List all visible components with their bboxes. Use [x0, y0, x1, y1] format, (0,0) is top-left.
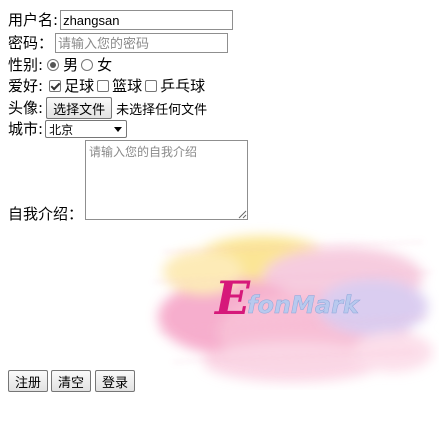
avatar-row: 头像: 选择文件 未选择任何文件	[8, 97, 207, 119]
avatar-label: 头像:	[8, 99, 44, 117]
football-checkbox[interactable]	[49, 80, 62, 92]
female-radio[interactable]	[81, 59, 94, 71]
efonmark-logo-image: E fonMark	[152, 236, 434, 382]
hobby-row: 爱好: 足球 篮球 乒乓球	[8, 77, 205, 95]
city-label: 城市:	[8, 120, 44, 138]
intro-label: 自我介绍：	[8, 205, 84, 223]
pingpong-checkbox[interactable]	[145, 80, 158, 92]
hobby-label: 爱好:	[8, 77, 44, 95]
basketball-label: 篮球	[112, 77, 143, 95]
male-radio[interactable]	[47, 59, 60, 71]
intro-row: 自我介绍：	[8, 205, 83, 223]
password-input[interactable]	[55, 33, 229, 53]
password-label: 密码：	[8, 34, 54, 52]
gender-row: 性别: 男 女	[8, 56, 112, 74]
logo-text: fonMark	[247, 291, 361, 319]
city-select[interactable]: 北京	[45, 120, 128, 138]
username-label: 用户名:	[8, 11, 59, 29]
login-button[interactable]: 登录	[95, 370, 136, 392]
chevron-down-icon	[114, 126, 123, 132]
gender-label: 性别:	[8, 56, 44, 74]
choose-file-button[interactable]: 选择文件	[46, 97, 113, 119]
city-row: 城市: 北京	[8, 120, 128, 138]
logo-letter-e: E	[213, 271, 251, 325]
basketball-checkbox[interactable]	[97, 80, 110, 92]
football-label: 足球	[64, 77, 95, 95]
action-buttons: 注册 清空 登录	[8, 370, 136, 392]
gender-option-female[interactable]: 女	[81, 56, 112, 74]
username-input[interactable]	[60, 10, 234, 30]
city-selected-value: 北京	[49, 122, 74, 137]
hobby-option-basketball[interactable]: 篮球	[97, 77, 142, 95]
register-button[interactable]: 注册	[8, 370, 49, 392]
username-row: 用户名:	[8, 10, 234, 30]
intro-textarea[interactable]	[85, 140, 248, 220]
clear-button[interactable]: 清空	[51, 370, 92, 392]
hobby-option-football[interactable]: 足球	[49, 77, 94, 95]
female-label: 女	[97, 56, 113, 74]
file-status: 未选择任何文件	[116, 102, 208, 118]
password-row: 密码：	[8, 33, 229, 53]
resize-grip-icon[interactable]	[238, 210, 247, 219]
male-label: 男	[63, 56, 79, 74]
gender-option-male[interactable]: 男	[47, 56, 78, 74]
pingpong-label: 乒乓球	[160, 77, 206, 95]
hobby-option-pingpong[interactable]: 乒乓球	[145, 77, 205, 95]
